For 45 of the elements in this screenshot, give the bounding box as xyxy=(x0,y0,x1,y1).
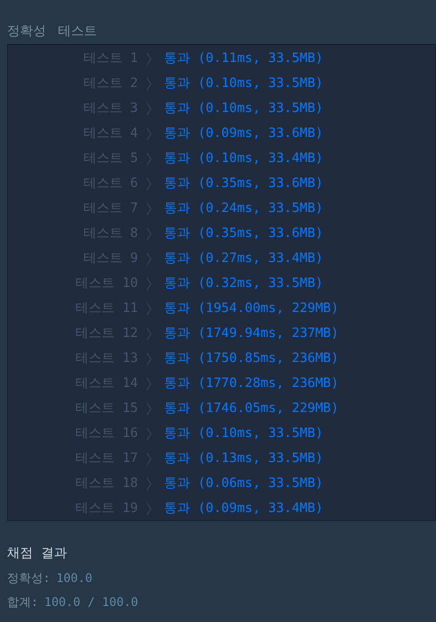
section-subtitle: 테스트 xyxy=(58,23,97,42)
chevron-right-icon xyxy=(146,226,152,240)
test-result: 통과 (0.35ms, 33.6MB) xyxy=(164,174,324,193)
test-result: 통과 (1749.94ms, 237MB) xyxy=(164,324,339,343)
chevron-right-icon xyxy=(146,326,152,340)
test-result: 통과 (1770.28ms, 236MB) xyxy=(164,374,339,393)
test-result: 통과 (0.10ms, 33.5MB) xyxy=(164,100,324,118)
test-result: 통과 (0.06ms, 33.5MB) xyxy=(164,474,324,493)
test-result: 통과 (0.10ms, 33.5MB) xyxy=(164,424,324,443)
summary-value: 100.0 xyxy=(56,570,92,587)
test-result: 통과 (0.10ms, 33.4MB) xyxy=(164,150,324,168)
chevron-right-icon xyxy=(146,276,152,290)
test-result: 통과 (0.27ms, 33.4MB) xyxy=(164,250,324,268)
test-result: 통과 (0.11ms, 33.5MB) xyxy=(164,50,324,68)
test-result: 통과 (0.09ms, 33.6MB) xyxy=(164,124,324,143)
test-result: 통과 (0.35ms, 33.6MB) xyxy=(164,224,324,243)
chevron-right-icon xyxy=(146,352,152,366)
test-result: 통과 (1746.05ms, 229MB) xyxy=(164,400,339,418)
test-result: 통과 (0.32ms, 33.5MB) xyxy=(164,274,324,293)
chevron-right-icon xyxy=(146,426,152,440)
chevron-right-icon xyxy=(146,202,152,216)
summary-title: 채점 결과 xyxy=(7,544,67,563)
chevron-right-icon xyxy=(146,102,152,116)
chevron-right-icon xyxy=(146,476,152,490)
chevron-right-icon xyxy=(146,302,152,316)
summary-label: 정확성: xyxy=(7,570,50,587)
chevron-right-icon xyxy=(146,252,152,266)
summary-value: 100.0 / 100.0 xyxy=(44,594,138,611)
chevron-right-icon xyxy=(146,402,152,416)
test-result: 통과 (0.24ms, 33.5MB) xyxy=(164,200,324,218)
chevron-right-icon xyxy=(146,376,152,390)
chevron-right-icon xyxy=(146,152,152,166)
test-result: 통과 (0.09ms, 33.4MB) xyxy=(164,500,324,518)
chevron-right-icon xyxy=(146,52,152,66)
summary-label: 합계: xyxy=(7,594,38,611)
test-result: 통과 (0.13ms, 33.5MB) xyxy=(164,450,324,468)
chevron-right-icon xyxy=(146,502,152,516)
test-result: 통과 (0.10ms, 33.5MB) xyxy=(164,74,324,93)
section-title: 정확성 xyxy=(7,23,46,42)
chevron-right-icon xyxy=(146,126,152,140)
chevron-right-icon xyxy=(146,176,152,190)
test-result: 통과 (1750.85ms, 236MB) xyxy=(164,350,339,368)
chevron-right-icon xyxy=(146,76,152,90)
chevron-right-icon xyxy=(146,452,152,466)
test-result: 통과 (1954.00ms, 229MB) xyxy=(164,300,339,318)
